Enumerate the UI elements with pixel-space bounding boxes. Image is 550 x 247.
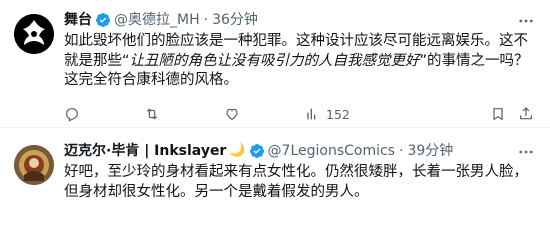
separator-dot: · [203,12,209,28]
verified-badge-icon[interactable] [249,143,265,159]
bookmark-icon [493,108,503,121]
reply-icon [66,108,78,122]
reply-button[interactable] [64,106,144,122]
more-options-icon[interactable] [516,143,536,161]
avatar-emblem-icon [14,14,54,54]
verified-badge-icon[interactable] [95,12,111,28]
retweet-button[interactable] [144,106,224,122]
avatar[interactable] [14,14,54,54]
moon-emoji: 🌙 [229,143,246,158]
timestamp[interactable]: 39分钟 [407,141,453,161]
share-button[interactable] [518,106,534,122]
tweet-header: 迈克尔·毕肯 | Inkslayer 🌙 @7LegionsComics · 3… [64,141,453,161]
tweet-text: 如此毁坏他们的脸应该是一种犯罪。这种设计应该尽可能远离娱乐。这不就是那些“让丑陋… [64,32,538,91]
separator-dot: · [398,143,404,159]
like-button[interactable] [224,106,304,122]
tweet[interactable]: 舞台 @奥德拉_MH · 36分钟 如此毁坏他们的脸应该是一种犯罪。这种设计应该… [0,0,550,128]
heart-icon [226,108,238,121]
action-bar: 152 [64,106,534,122]
display-name[interactable]: 舞台 [64,10,92,30]
views-chart-icon [307,108,316,120]
avatar[interactable] [14,145,54,185]
timestamp[interactable]: 36分钟 [212,10,258,30]
retweet-icon [146,108,158,120]
user-handle[interactable]: @奥德拉_MH [114,10,200,30]
tweet-text: 好吧，至少玲的身材看起来有点女性化。仍然很矮胖，长着一张男人脸，但身材却很女性化… [64,164,528,200]
tweet-text-quote: 让丑陋的角色让没有吸引力的人自我感觉更好 [129,52,420,69]
views-button[interactable]: 152 [304,106,394,122]
more-options-icon[interactable] [516,12,536,30]
avatar-artwork-icon [14,145,54,185]
user-handle[interactable]: @7LegionsComics [268,141,395,161]
share-icon [520,107,532,120]
display-name[interactable]: 迈克尔·毕肯 | Inkslayer [64,141,226,161]
view-count: 152 [326,106,350,122]
tweet-header: 舞台 @奥德拉_MH · 36分钟 [64,10,258,30]
bookmark-button[interactable] [490,106,506,122]
